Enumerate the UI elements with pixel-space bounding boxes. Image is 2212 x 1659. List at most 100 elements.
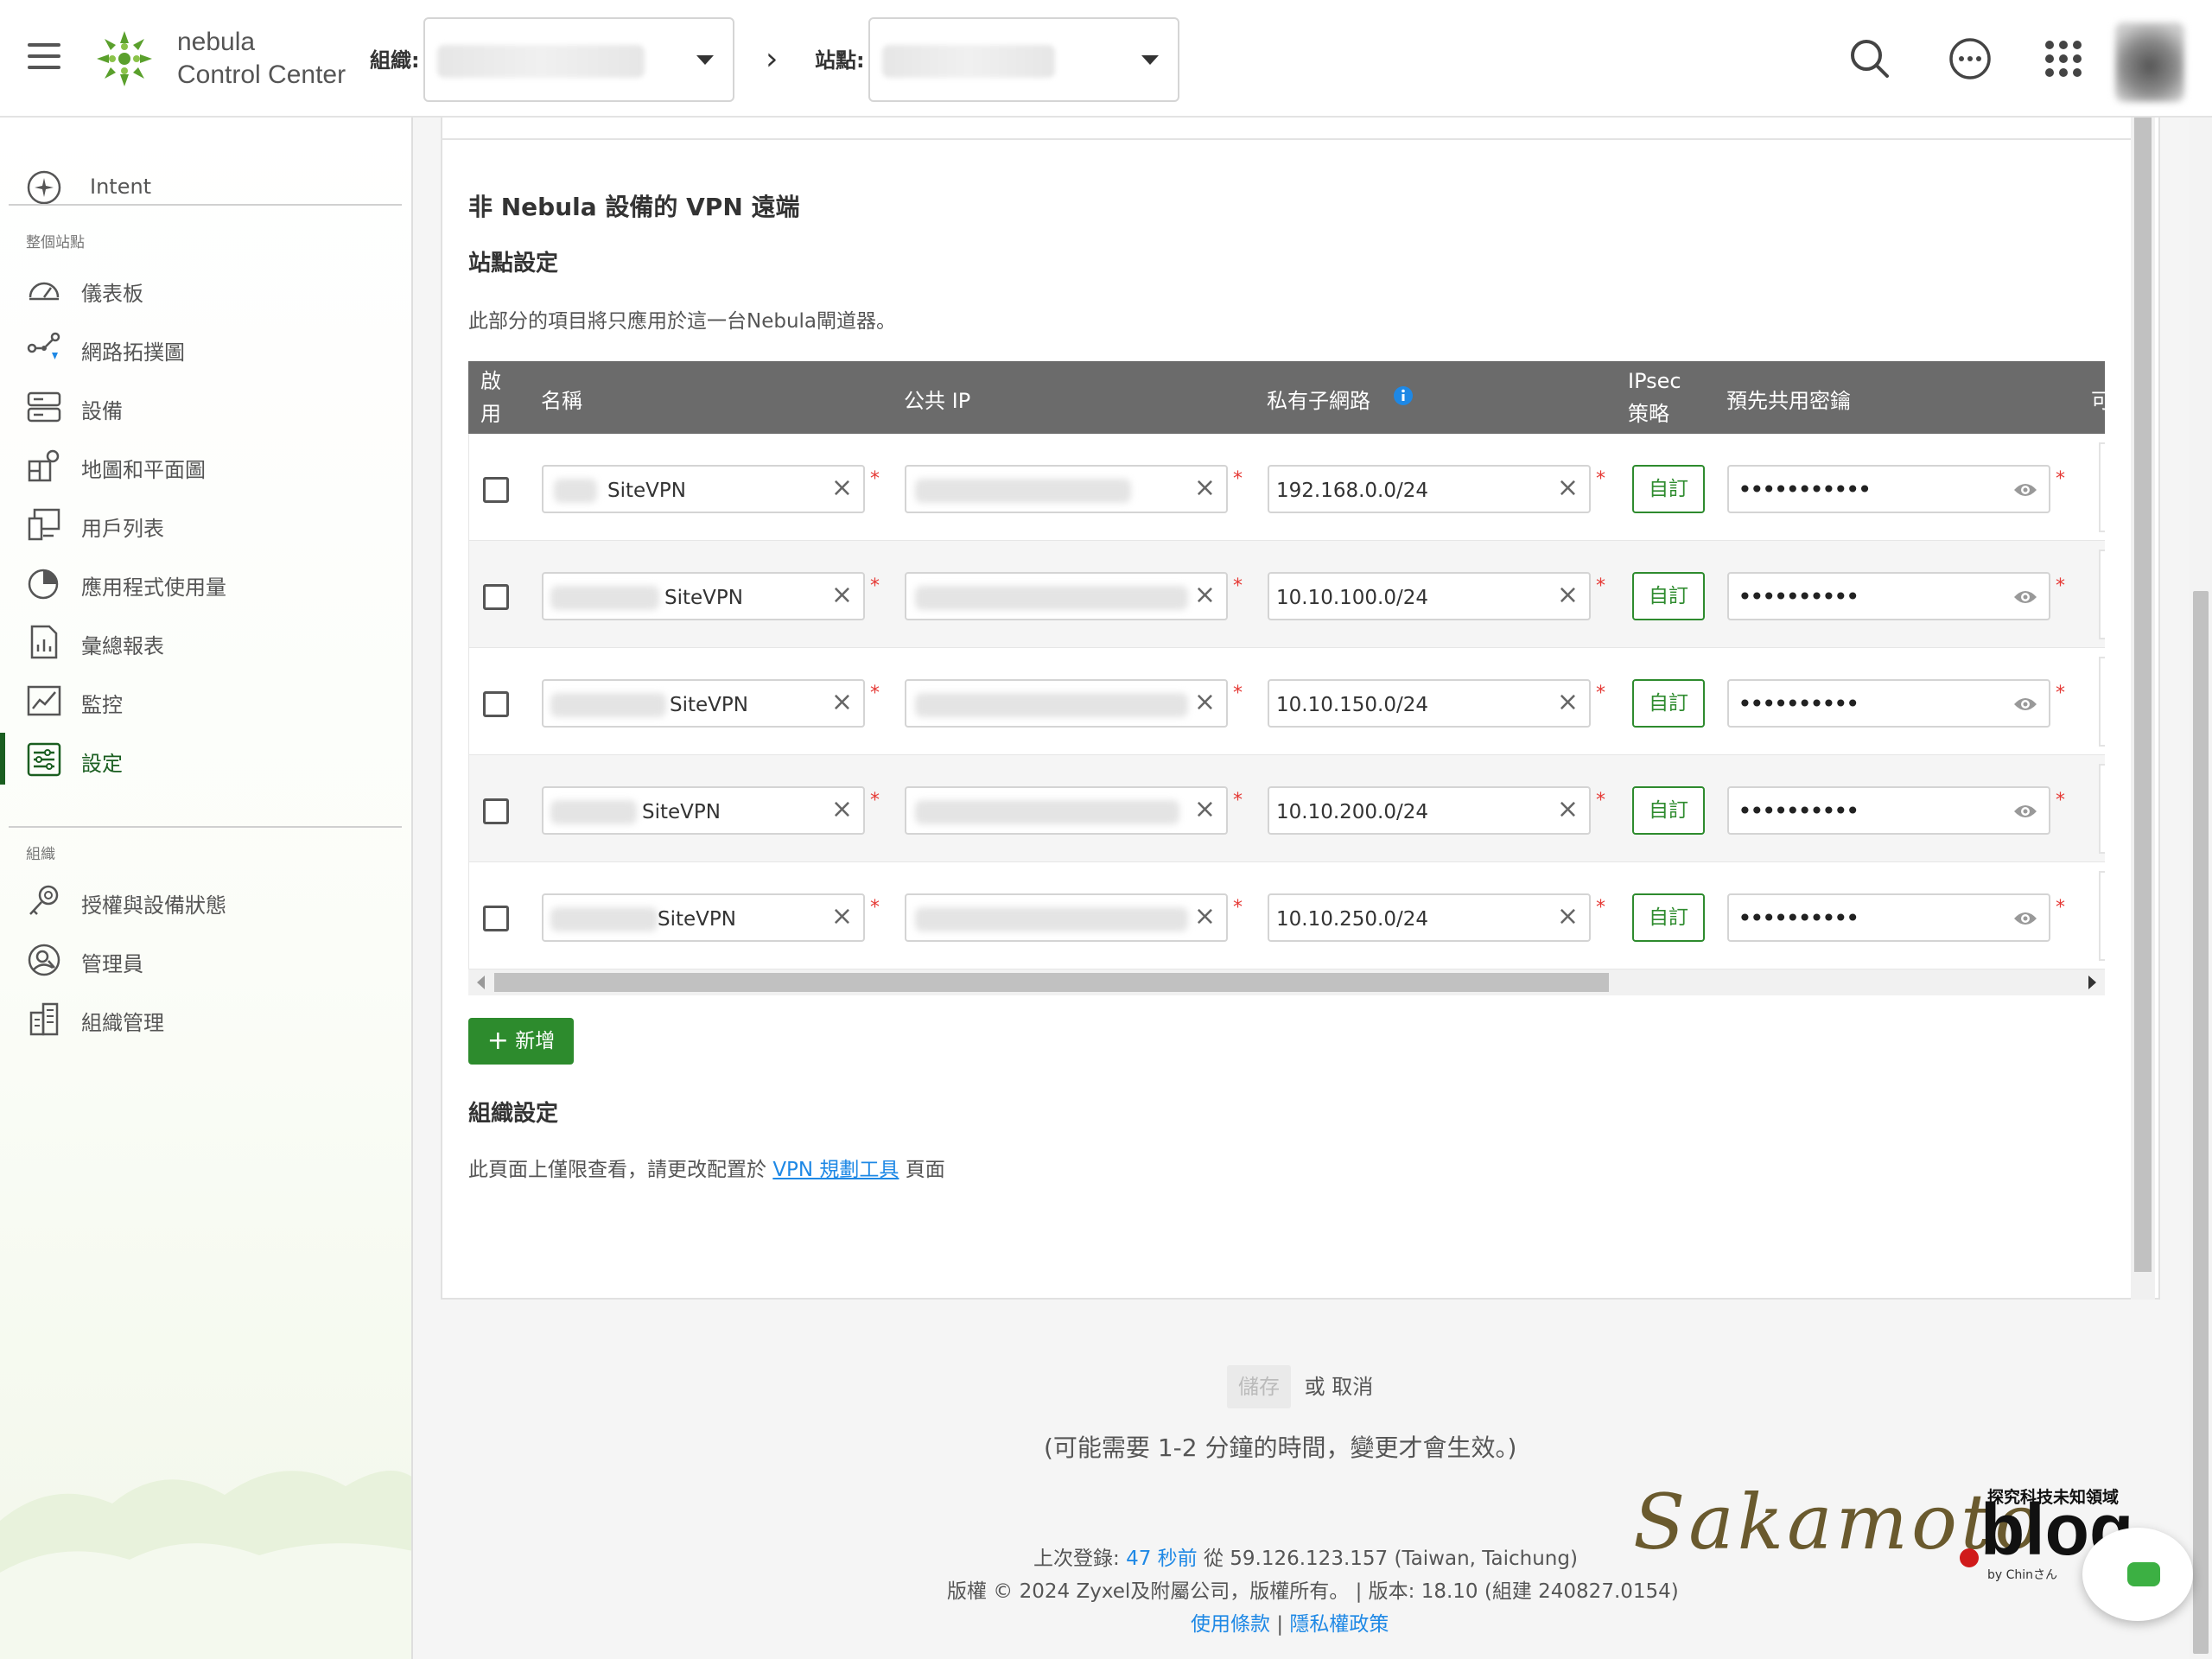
- add-button[interactable]: + 新增: [468, 1018, 574, 1065]
- clear-icon[interactable]: ×: [1194, 797, 1216, 823]
- public-ip-input[interactable]: ×: [905, 572, 1228, 620]
- clear-icon[interactable]: ×: [1194, 582, 1216, 608]
- more-icon[interactable]: [1942, 31, 1998, 86]
- site-select[interactable]: [868, 17, 1179, 102]
- name-input[interactable]: SiteVPN ×: [542, 893, 865, 942]
- public-ip-input[interactable]: ×: [905, 893, 1228, 942]
- apply-notice: (可能需要 1-2 分鐘的時間，變更才會生效。): [1044, 1433, 1517, 1462]
- required-marker: *: [2056, 468, 2065, 490]
- clear-icon[interactable]: ×: [1194, 475, 1216, 501]
- enable-checkbox[interactable]: [483, 906, 509, 931]
- clear-icon[interactable]: ×: [831, 904, 853, 930]
- required-marker: *: [870, 683, 880, 704]
- scroll-right-icon[interactable]: [2088, 976, 2096, 989]
- eye-icon[interactable]: [2012, 907, 2038, 930]
- ipsec-policy-button[interactable]: 自訂: [1632, 465, 1705, 513]
- subnet-input[interactable]: 192.168.0.0/24 ×: [1268, 465, 1591, 513]
- enable-checkbox[interactable]: [483, 798, 509, 824]
- sidebar-item-dashboard[interactable]: 儀表板: [0, 263, 411, 315]
- col-enable: 啟 用: [480, 365, 501, 430]
- avatar[interactable]: [2115, 22, 2184, 102]
- eye-icon[interactable]: [2012, 479, 2038, 501]
- public-ip-input[interactable]: ×: [905, 786, 1228, 835]
- scrollbar-thumb[interactable]: [494, 973, 1609, 992]
- sidebar-item-report[interactable]: 彙總報表: [0, 615, 411, 667]
- ipsec-policy-button[interactable]: 自訂: [1632, 679, 1705, 728]
- sidebar-item-monitor[interactable]: 監控: [0, 674, 411, 726]
- sidebar-item-app-usage[interactable]: 應用程式使用量: [0, 556, 411, 608]
- sidebar-item-label: 授權與設備狀態: [81, 893, 226, 918]
- search-icon[interactable]: [1842, 31, 1897, 86]
- info-icon[interactable]: [1393, 385, 1414, 406]
- name-input[interactable]: SiteVPN ×: [542, 786, 865, 835]
- clear-icon[interactable]: ×: [1194, 690, 1216, 715]
- panel-vertical-scrollbar[interactable]: [2131, 118, 2155, 1300]
- psk-input[interactable]: ••••••••••: [1727, 893, 2050, 942]
- privacy-link[interactable]: 隱私權政策: [1289, 1613, 1389, 1636]
- org-select[interactable]: [423, 17, 734, 102]
- subnet-input[interactable]: 10.10.200.0/24 ×: [1268, 786, 1591, 835]
- clear-icon[interactable]: ×: [831, 475, 853, 501]
- name-input[interactable]: SiteVPN ×: [542, 572, 865, 620]
- page-vertical-scrollbar[interactable]: [2190, 118, 2212, 1659]
- psk-input[interactable]: ••••••••••: [1727, 572, 2050, 620]
- ipsec-policy-button[interactable]: 自訂: [1632, 786, 1705, 835]
- devices-icon: [27, 391, 61, 423]
- clear-icon[interactable]: ×: [1557, 690, 1579, 715]
- sidebar-item-admin[interactable]: 管理員: [0, 933, 411, 985]
- terms-link[interactable]: 使用條款: [1191, 1613, 1270, 1636]
- public-ip-redacted: [915, 479, 1131, 503]
- clear-icon[interactable]: ×: [831, 582, 853, 608]
- cancel-link[interactable]: 或 取消: [1305, 1375, 1374, 1399]
- save-button[interactable]: 儲存: [1227, 1365, 1291, 1408]
- horizontal-scrollbar[interactable]: [468, 969, 2105, 995]
- psk-input[interactable]: ••••••••••: [1727, 679, 2050, 728]
- clear-icon[interactable]: ×: [831, 690, 853, 715]
- ipsec-policy-button[interactable]: 自訂: [1632, 893, 1705, 942]
- scrollbar-thumb[interactable]: [2193, 591, 2209, 1654]
- sidebar-item-devices[interactable]: 設備: [0, 380, 411, 432]
- clear-icon[interactable]: ×: [831, 797, 853, 823]
- scrollbar-thumb[interactable]: [2134, 118, 2152, 1272]
- clear-icon[interactable]: ×: [1194, 904, 1216, 930]
- site-settings-heading: 站點設定: [468, 251, 559, 276]
- eye-icon[interactable]: [2012, 800, 2038, 823]
- apps-grid-icon[interactable]: [2036, 31, 2091, 86]
- chat-button[interactable]: [2082, 1528, 2193, 1621]
- clear-icon[interactable]: ×: [1557, 904, 1579, 930]
- clear-icon[interactable]: ×: [1557, 797, 1579, 823]
- name-value: SiteVPN: [670, 694, 748, 716]
- sidebar-item-topology[interactable]: 網路拓撲圖: [0, 321, 411, 373]
- last-login-time-link[interactable]: 47 秒前: [1126, 1548, 1198, 1570]
- enable-checkbox[interactable]: [483, 584, 509, 610]
- hamburger-icon[interactable]: [28, 43, 60, 73]
- required-marker: *: [1596, 790, 1605, 811]
- psk-value: ••••••••••: [1738, 797, 1860, 825]
- subnet-value: 10.10.200.0/24: [1276, 801, 1429, 823]
- vpn-planner-link[interactable]: VPN 規劃工具: [772, 1159, 899, 1181]
- enable-checkbox[interactable]: [483, 691, 509, 717]
- scroll-left-icon[interactable]: [477, 976, 485, 989]
- subnet-input[interactable]: 10.10.100.0/24 ×: [1268, 572, 1591, 620]
- enable-checkbox[interactable]: [483, 477, 509, 503]
- eye-icon[interactable]: [2012, 693, 2038, 715]
- eye-icon[interactable]: [2012, 586, 2038, 608]
- clear-icon[interactable]: ×: [1557, 475, 1579, 501]
- sidebar-item-clients[interactable]: 用戶列表: [0, 498, 411, 550]
- name-input[interactable]: SiteVPN ×: [542, 679, 865, 728]
- psk-input[interactable]: ••••••••••: [1727, 786, 2050, 835]
- psk-input[interactable]: •••••••••••: [1727, 465, 2050, 513]
- subnet-input[interactable]: 10.10.250.0/24 ×: [1268, 893, 1591, 942]
- public-ip-input[interactable]: ×: [905, 465, 1228, 513]
- subnet-input[interactable]: 10.10.150.0/24 ×: [1268, 679, 1591, 728]
- chat-icon: [2127, 1562, 2160, 1586]
- ipsec-policy-button[interactable]: 自訂: [1632, 572, 1705, 620]
- public-ip-input[interactable]: ×: [905, 679, 1228, 728]
- sidebar-item-settings[interactable]: 設定: [0, 733, 411, 785]
- sidebar-item-map[interactable]: 地圖和平面圖: [0, 439, 411, 491]
- name-input[interactable]: SiteVPN ×: [542, 465, 865, 513]
- clear-icon[interactable]: ×: [1557, 582, 1579, 608]
- required-marker: *: [2056, 897, 2065, 918]
- sidebar-item-org-manage[interactable]: 組織管理: [0, 992, 411, 1044]
- sidebar-item-license[interactable]: 授權與設備狀態: [0, 874, 411, 926]
